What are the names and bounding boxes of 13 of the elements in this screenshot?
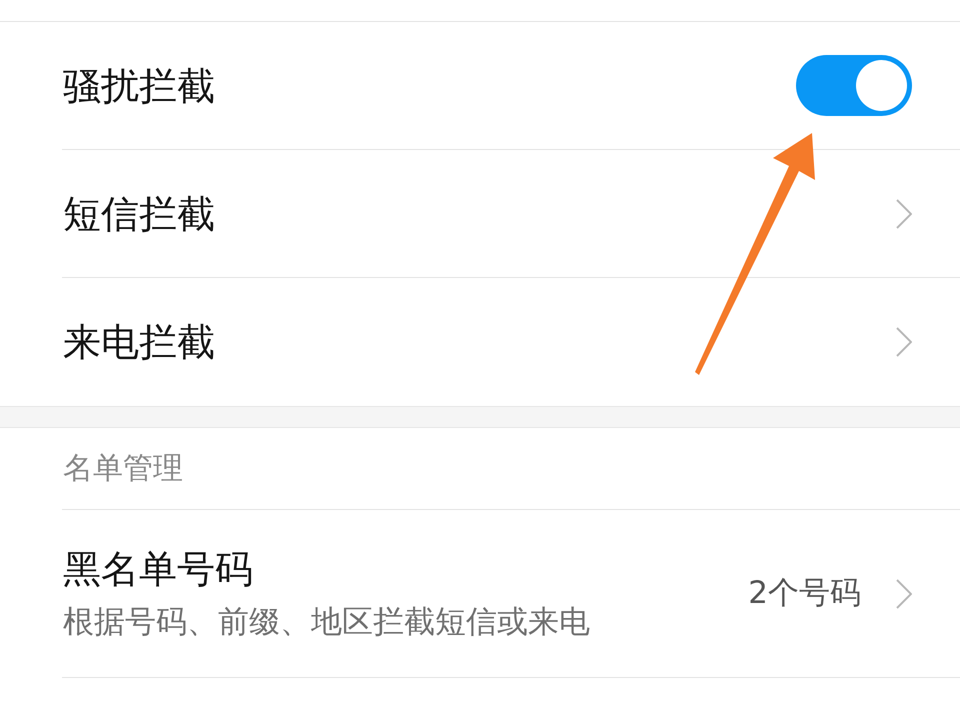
settings-item[interactable]: 来电拦截 bbox=[62, 278, 960, 406]
settings-item[interactable]: 黑名单号码 根据号码、前缀、地区拦截短信或来电 2个号码 bbox=[62, 510, 960, 678]
item-title: 骚扰拦截 bbox=[63, 62, 215, 110]
chevron-right-icon bbox=[896, 578, 912, 608]
chevron-right-icon bbox=[896, 198, 912, 228]
item-title: 黑名单号码 bbox=[63, 546, 253, 592]
settings-item[interactable]: 骚扰拦截 bbox=[62, 22, 960, 150]
item-description: 根据号码、前缀、地区拦截短信或来电 bbox=[63, 602, 590, 642]
section-header: 名单管理 bbox=[63, 450, 183, 488]
item-value: 2个号码 bbox=[748, 574, 861, 614]
item-title: 短信拦截 bbox=[63, 190, 215, 238]
chevron-right-icon bbox=[896, 327, 912, 357]
item-title: 来电拦截 bbox=[63, 319, 215, 366]
